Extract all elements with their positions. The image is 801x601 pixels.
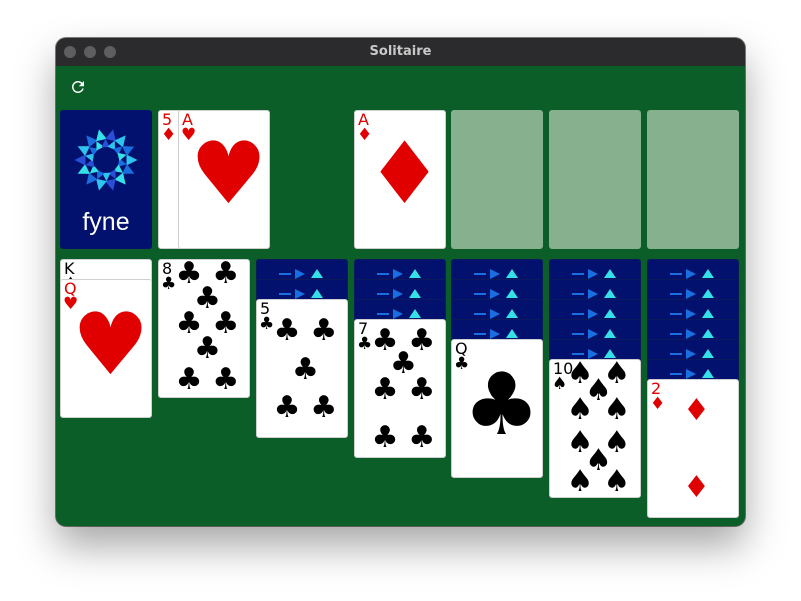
card-suit: ♦ xyxy=(161,125,177,145)
card-center-pip: ♥ xyxy=(190,124,268,224)
card-pip: ♣ xyxy=(408,420,436,456)
foundation-slot-empty[interactable] xyxy=(451,110,543,249)
card-pip: ♣ xyxy=(408,371,436,407)
card-pip: ♣ xyxy=(371,420,399,456)
card-pip: ♣ xyxy=(194,330,221,366)
deck-logo-text: fyne xyxy=(82,208,130,236)
card-pip: ♠ xyxy=(566,464,594,498)
playing-card[interactable]: Q ♥ ♥ xyxy=(60,279,152,418)
title-bar: Solitaire xyxy=(56,38,745,66)
card-pip: ♣ xyxy=(273,390,301,426)
card-pip: ♣ xyxy=(310,312,338,348)
card-pip: ♣ xyxy=(212,361,240,397)
game-table: fyne 5♦A♥♥ A♦♦ K♠Q♥♥8♣♣♣♣♣♣♣♣♣5♣♣♣♣♣♣7♣♣… xyxy=(56,66,745,526)
card-pip: ♠ xyxy=(603,392,631,428)
card-center-pip: ♥ xyxy=(72,295,150,395)
card-suit: ♠ xyxy=(552,374,568,394)
card-pip: ♦ xyxy=(683,470,710,506)
playing-card[interactable]: 2 ♦ ♦ ♦ xyxy=(647,379,739,518)
card-pip: ♣ xyxy=(292,351,319,387)
playing-card[interactable]: A ♥ ♥ xyxy=(178,110,270,249)
playing-card[interactable]: Q ♣ ♣ xyxy=(451,339,543,478)
card-pip: ♣ xyxy=(273,312,301,348)
app-window: Solitaire fyne 5♦A♥♥ A♦♦ K♠Q♥♥8♣♣♣♣♣♣♣♣♣… xyxy=(56,38,745,526)
card-center-pip: ♣ xyxy=(463,355,541,455)
playing-card[interactable]: 7 ♣ ♣ ♣ ♣ ♣ ♣ ♣ ♣ xyxy=(354,319,446,458)
playing-card[interactable]: 10 ♠ ♠ ♠ ♠ ♠ ♠ ♠ ♠ ♠ ♠ ♠ xyxy=(549,359,641,498)
playing-card[interactable]: A ♦ ♦ xyxy=(354,110,446,249)
card-pip: ♣ xyxy=(310,390,338,426)
window-title: Solitaire xyxy=(369,44,432,59)
card-suit: ♣ xyxy=(357,334,373,354)
refresh-icon[interactable] xyxy=(69,78,87,96)
card-suit: ♦ xyxy=(650,394,666,414)
card-center-pip: ♦ xyxy=(366,124,444,224)
foundation-slot-empty[interactable] xyxy=(647,110,739,249)
playing-card[interactable]: 8 ♣ ♣ ♣ ♣ ♣ ♣ ♣ ♣ ♣ xyxy=(158,259,250,398)
card-suit: ♣ xyxy=(259,314,275,334)
card-pip: ♦ xyxy=(683,392,710,428)
card-pip: ♠ xyxy=(603,464,631,498)
card-suit: ♣ xyxy=(161,274,177,294)
card-pip: ♣ xyxy=(371,371,399,407)
foundation-slot-empty[interactable] xyxy=(549,110,641,249)
card-pip: ♣ xyxy=(175,361,203,397)
playing-card[interactable]: 5 ♣ ♣ ♣ ♣ ♣ ♣ xyxy=(256,299,348,438)
card-pip: ♠ xyxy=(566,392,594,428)
stock-pile[interactable]: fyne xyxy=(60,110,152,249)
